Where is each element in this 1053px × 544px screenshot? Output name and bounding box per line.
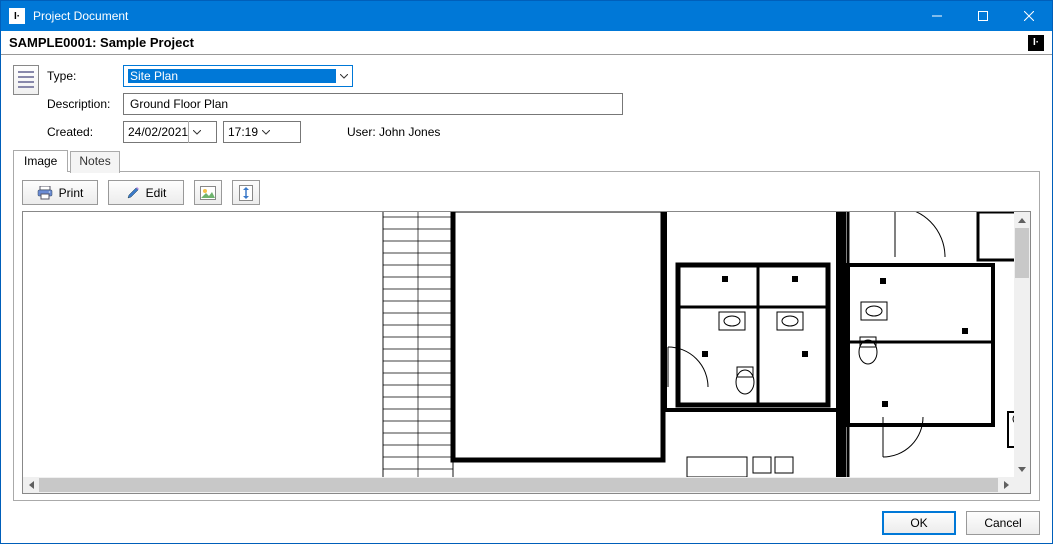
type-label: Type:: [47, 69, 117, 83]
type-value: Site Plan: [128, 69, 336, 83]
floor-plan-image: [23, 212, 1014, 477]
vertical-scroll-thumb[interactable]: [1015, 228, 1029, 278]
fit-button[interactable]: [232, 180, 260, 205]
tab-bar: Image Notes: [13, 149, 1040, 171]
titlebar: I· Project Document: [1, 1, 1052, 31]
chevron-down-icon: [188, 121, 204, 143]
description-label: Description:: [47, 97, 117, 111]
edit-button[interactable]: Edit: [108, 180, 184, 205]
content-area: Type: Site Plan Description: Created: 24…: [1, 55, 1052, 509]
chevron-down-icon: [336, 65, 352, 87]
window: I· Project Document SAMPLE0001: Sample P…: [0, 0, 1053, 544]
form-area: Type: Site Plan Description: Created: 24…: [13, 65, 1040, 143]
picture-icon: [200, 186, 216, 200]
created-time-value: 17:19: [228, 125, 258, 139]
edit-label: Edit: [146, 186, 167, 200]
project-header: SAMPLE0001: Sample Project I·: [1, 31, 1052, 55]
close-button[interactable]: [1006, 1, 1052, 31]
scroll-corner: [1014, 477, 1030, 493]
created-label: Created:: [47, 125, 117, 139]
print-label: Print: [59, 186, 84, 200]
tab-panel-image: Print Edit: [13, 171, 1040, 501]
logo-icon: I·: [1028, 35, 1044, 51]
description-input[interactable]: [123, 93, 623, 115]
cancel-button[interactable]: Cancel: [966, 511, 1040, 535]
scroll-left-button[interactable]: [23, 477, 39, 493]
type-combobox[interactable]: Site Plan: [123, 65, 353, 87]
image-canvas[interactable]: [23, 212, 1014, 477]
image-tool-button[interactable]: [194, 180, 222, 205]
document-icon: [13, 65, 39, 95]
fit-height-icon: [239, 185, 253, 201]
user-label: User: John Jones: [347, 125, 440, 139]
tab-notes[interactable]: Notes: [70, 151, 119, 173]
created-date-value: 24/02/2021: [128, 125, 188, 139]
minimize-button[interactable]: [914, 1, 960, 31]
maximize-button[interactable]: [960, 1, 1006, 31]
horizontal-scroll-track[interactable]: [39, 477, 998, 493]
image-viewport: [22, 211, 1031, 494]
pencil-icon: [126, 186, 140, 200]
created-time-input[interactable]: 17:19: [223, 121, 301, 143]
ok-button[interactable]: OK: [882, 511, 956, 535]
image-toolbar: Print Edit: [22, 180, 1031, 205]
app-icon: I·: [9, 8, 25, 24]
project-title: SAMPLE0001: Sample Project: [9, 35, 194, 50]
tab-image[interactable]: Image: [13, 150, 68, 172]
created-row: 24/02/2021 17:19 User: John Jones: [123, 121, 623, 143]
window-controls: [914, 1, 1052, 31]
scroll-down-button[interactable]: [1014, 461, 1030, 477]
user-value: John Jones: [379, 125, 440, 139]
dialog-footer: OK Cancel: [882, 511, 1040, 535]
chevron-down-icon: [258, 121, 274, 143]
horizontal-scrollbar[interactable]: [23, 477, 1014, 493]
vertical-scroll-track[interactable]: [1014, 228, 1030, 461]
print-button[interactable]: Print: [22, 180, 98, 205]
horizontal-scroll-thumb[interactable]: [39, 478, 998, 492]
scroll-right-button[interactable]: [998, 477, 1014, 493]
vertical-scrollbar[interactable]: [1014, 212, 1030, 477]
window-title: Project Document: [33, 9, 914, 23]
printer-icon: [37, 186, 53, 200]
description-field[interactable]: [128, 96, 618, 112]
created-date-input[interactable]: 24/02/2021: [123, 121, 217, 143]
scroll-up-button[interactable]: [1014, 212, 1030, 228]
